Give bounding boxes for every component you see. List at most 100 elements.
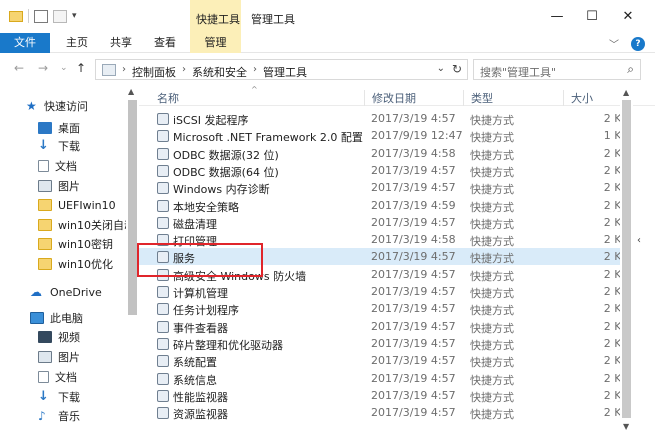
file-date: 2017/3/19 4:58 <box>371 146 456 160</box>
file-name: Microsoft .NET Framework 2.0 配置 <box>173 131 363 145</box>
desktop-icon <box>38 122 52 134</box>
table-row[interactable]: 碎片整理和优化驱动器 2017/3/19 4:57 快捷方式 2 KB <box>139 335 629 352</box>
download-icon: ↓ <box>38 138 49 153</box>
file-name: 系统信息 <box>173 373 217 387</box>
table-row[interactable]: 系统信息 2017/3/19 4:57 快捷方式 2 KB <box>139 370 629 387</box>
chevron-right-icon[interactable]: › <box>253 64 257 80</box>
chevron-down-icon[interactable]: ⌄ <box>437 63 445 74</box>
shortcut-icon <box>157 303 169 316</box>
folder-icon <box>38 238 52 250</box>
nav-item-folder[interactable]: win10关闭自动更 <box>38 215 126 235</box>
nav-item-folder[interactable]: win10优化 <box>38 254 126 274</box>
nav-item-label: UEFIwin10 <box>58 198 116 212</box>
context-tab-title: 快捷工具 <box>196 13 240 26</box>
new-folder-icon[interactable] <box>53 9 67 23</box>
minimize-button[interactable]: — <box>537 0 577 33</box>
file-date: 2017/3/19 4:58 <box>371 233 456 247</box>
file-name: 高级安全 Windows 防火墙 <box>173 269 307 283</box>
breadcrumb-item[interactable]: 系统和安全 <box>192 64 247 80</box>
file-date: 2017/3/19 4:57 <box>371 112 456 125</box>
refresh-icon[interactable]: ↻ <box>452 62 462 76</box>
file-name: 事件查看器 <box>173 321 228 335</box>
file-name: 碎片整理和优化驱动器 <box>173 338 283 352</box>
breadcrumb-item[interactable]: 管理工具 <box>263 64 307 80</box>
search-icon[interactable]: ⌕ <box>627 62 634 77</box>
folder-icon <box>38 258 52 270</box>
folder-icon <box>38 219 52 231</box>
ribbon-tabs: 文件 主页 共享 查看 管理 ﹀ ? <box>0 33 655 53</box>
nav-scrollbar[interactable]: ▲ <box>126 86 139 435</box>
breadcrumb-item[interactable]: 控制面板 <box>132 64 176 80</box>
close-button[interactable]: ✕ <box>608 0 648 33</box>
shortcut-icon <box>157 286 169 298</box>
table-row[interactable]: 计算机管理 2017/3/19 4:57 快捷方式 2 KB <box>139 283 629 300</box>
table-row[interactable]: 服务 2017/3/19 4:57 快捷方式 2 KB <box>139 248 629 266</box>
scrollbar-thumb[interactable] <box>622 100 631 418</box>
file-list-scrollbar[interactable]: ▲ ▼ <box>620 86 633 435</box>
help-icon[interactable]: ? <box>631 36 645 51</box>
file-type: 快捷方式 <box>470 148 514 162</box>
tab-manage[interactable]: 管理 <box>190 33 241 53</box>
table-row[interactable]: 事件查看器 2017/3/19 4:57 快捷方式 2 KB <box>139 318 629 335</box>
file-date: 2017/3/19 4:57 <box>371 250 456 264</box>
expand-ribbon-icon[interactable]: ﹀ <box>609 36 619 51</box>
table-row[interactable]: 资源监视器 2017/3/19 4:57 快捷方式 2 KB <box>139 404 629 421</box>
scrollbar-thumb[interactable] <box>128 100 137 315</box>
table-row[interactable]: ODBC 数据源(32 位) 2017/3/19 4:58 快捷方式 2 KB <box>139 145 629 162</box>
tab-view[interactable]: 查看 <box>148 33 182 53</box>
table-row[interactable]: 高级安全 Windows 防火墙 2017/3/19 4:57 快捷方式 2 KB <box>139 266 629 283</box>
chevron-right-icon[interactable]: › <box>182 64 186 80</box>
nav-item-label: 图片 <box>58 351 80 364</box>
table-row[interactable]: Windows 内存诊断 2017/3/19 4:57 快捷方式 2 KB <box>139 179 629 196</box>
scroll-up-icon[interactable]: ▲ <box>623 88 629 97</box>
file-name: 计算机管理 <box>173 287 228 300</box>
forward-arrow-icon[interactable]: → <box>38 61 48 75</box>
properties-icon[interactable] <box>34 9 48 23</box>
sort-ascending-icon: ^ <box>251 86 258 94</box>
recent-locations-icon[interactable]: ⌄ <box>60 63 68 73</box>
back-arrow-icon[interactable]: ← <box>14 61 24 75</box>
nav-item-label: 此电脑 <box>50 312 83 325</box>
divider <box>28 9 29 23</box>
scroll-down-icon[interactable]: ▼ <box>623 422 629 431</box>
table-row[interactable]: 任务计划程序 2017/3/19 4:57 快捷方式 2 KB <box>139 300 629 317</box>
cloud-icon: ☁ <box>30 285 42 299</box>
table-row[interactable]: 性能监视器 2017/3/19 4:57 快捷方式 2 KB <box>139 387 629 404</box>
file-type: 快捷方式 <box>470 269 514 283</box>
nav-item-label: 桌面 <box>58 122 80 135</box>
table-row[interactable]: 磁盘清理 2017/3/19 4:57 快捷方式 2 KB <box>139 214 629 231</box>
nav-item-folder[interactable]: UEFIwin10 <box>38 195 126 215</box>
table-row[interactable]: 打印管理 2017/3/19 4:58 快捷方式 2 KB <box>139 231 629 248</box>
window-title: 管理工具 <box>251 13 295 26</box>
column-date[interactable]: 修改日期 <box>364 90 416 106</box>
file-type: 快捷方式 <box>470 252 514 266</box>
table-row[interactable]: iSCSI 发起程序 2017/3/19 4:57 快捷方式 2 KB <box>139 110 629 127</box>
table-row[interactable]: 系统配置 2017/3/19 4:57 快捷方式 2 KB <box>139 352 629 369</box>
table-row[interactable]: Microsoft .NET Framework 2.0 配置 2017/9/19… <box>139 127 629 144</box>
file-date: 2017/3/19 4:57 <box>371 406 456 420</box>
column-name[interactable]: 名称 <box>157 90 179 106</box>
shortcut-icon <box>157 372 169 385</box>
chevron-left-icon[interactable]: ‹ <box>637 235 641 246</box>
maximize-button[interactable]: ☐ <box>572 0 612 33</box>
file-date: 2017/3/19 4:57 <box>371 163 456 177</box>
nav-item-folder[interactable]: win10密钥 <box>38 234 126 254</box>
column-size[interactable]: 大小 <box>563 90 593 106</box>
table-row[interactable]: ODBC 数据源(64 位) 2017/3/19 4:57 快捷方式 2 KB <box>139 162 629 179</box>
chevron-right-icon[interactable]: › <box>122 64 126 80</box>
customize-toolbar-icon[interactable]: ▾ <box>72 11 77 21</box>
column-type[interactable]: 类型 <box>463 90 493 106</box>
scroll-up-icon[interactable]: ▲ <box>128 87 134 96</box>
column-header: ^ 名称 修改日期 类型 大小 <box>139 86 655 106</box>
tab-file[interactable]: 文件 <box>0 33 50 53</box>
shortcut-icon <box>157 268 169 281</box>
table-row[interactable]: 本地安全策略 2017/3/19 4:59 快捷方式 2 KB <box>139 197 629 214</box>
search-input[interactable]: 搜索"管理工具" ⌕ <box>473 59 641 80</box>
tab-home[interactable]: 主页 <box>60 33 94 53</box>
file-name: 服务 <box>173 252 195 266</box>
up-arrow-icon[interactable]: ↑ <box>76 61 86 75</box>
address-bar[interactable]: › 控制面板 › 系统和安全 › 管理工具 ⌄ ↻ <box>95 59 468 80</box>
file-type: 快捷方式 <box>470 356 514 370</box>
context-tab-header: 快捷工具 <box>190 0 241 33</box>
tab-share[interactable]: 共享 <box>104 33 138 53</box>
